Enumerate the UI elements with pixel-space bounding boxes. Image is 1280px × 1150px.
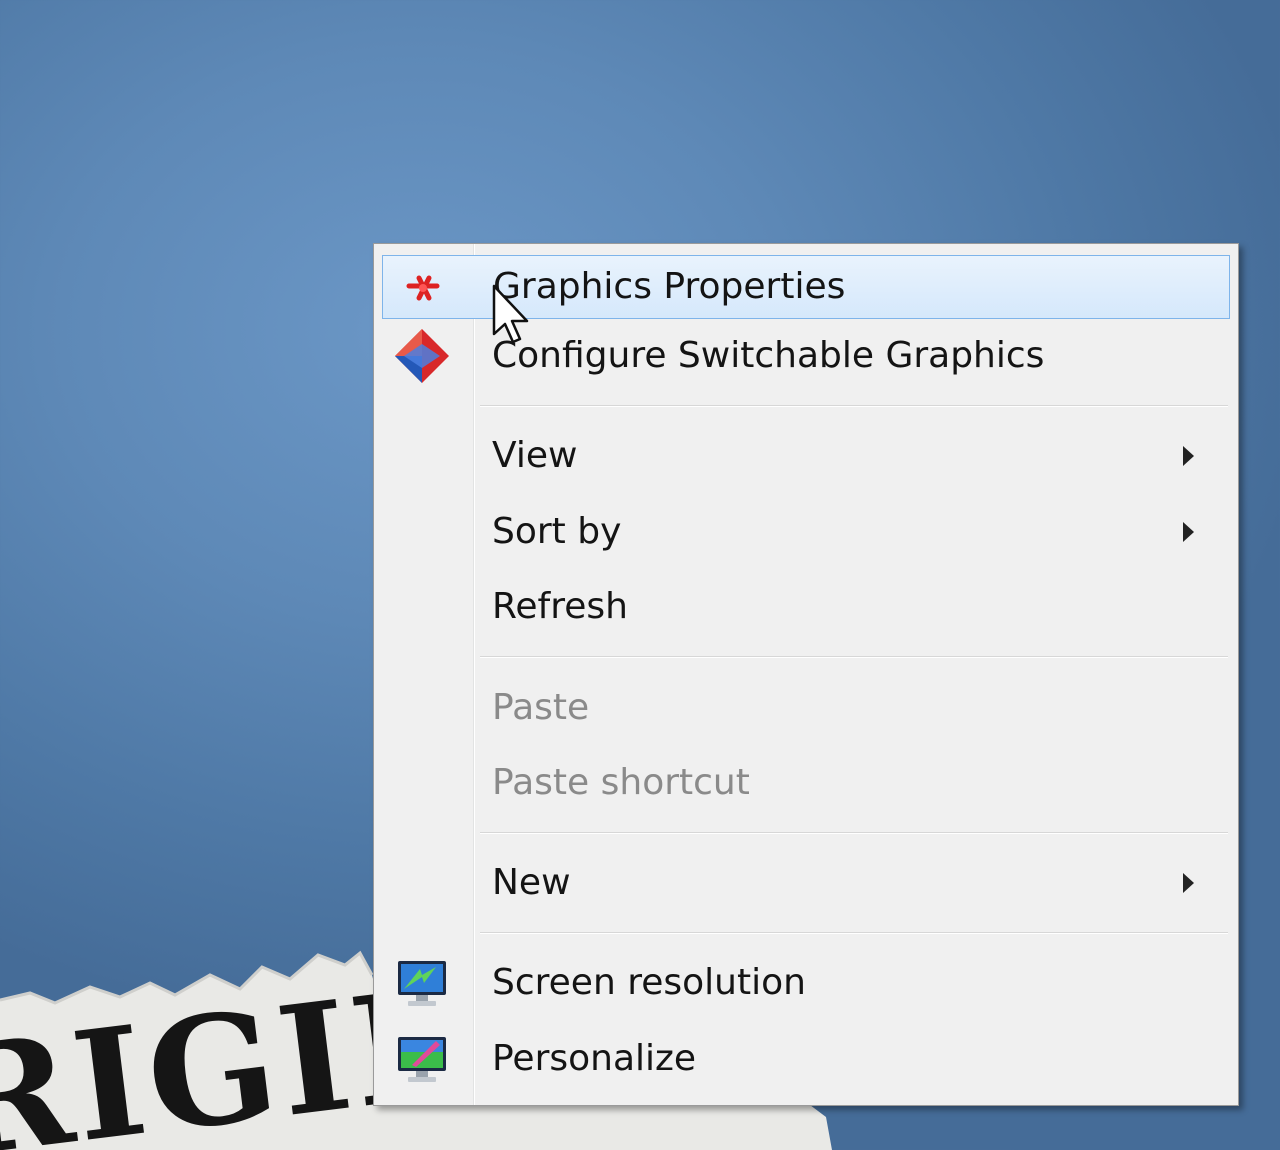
menu-item-label: Graphics Properties <box>493 266 846 307</box>
menu-item-label: View <box>492 435 578 476</box>
intel-graphics-icon <box>393 257 453 317</box>
menu-item-paste[interactable]: Paste <box>382 676 1230 740</box>
menu-item-label: Paste <box>492 687 590 728</box>
menu-item-label: Paste shortcut <box>492 762 750 803</box>
menu-item-label: New <box>492 862 571 903</box>
desktop-context-menu: Graphics Properties Configure Switchable… <box>373 243 1239 1106</box>
submenu-arrow-icon <box>1183 873 1194 893</box>
menu-separator <box>480 656 1228 658</box>
menu-item-sort-by[interactable]: Sort by <box>382 500 1230 564</box>
menu-item-label: Sort by <box>492 511 622 552</box>
menu-item-screen-resolution[interactable]: Screen resolution <box>382 951 1230 1015</box>
desktop-background[interactable]: RIGINAL Graphics Properties Configure Sw… <box>0 0 1280 1150</box>
amd-switchable-graphics-icon <box>392 326 452 386</box>
personalize-icon <box>392 1029 452 1089</box>
menu-item-view[interactable]: View <box>382 424 1230 488</box>
menu-item-label: Personalize <box>492 1038 697 1079</box>
menu-item-label: Configure Switchable Graphics <box>492 335 1045 376</box>
submenu-arrow-icon <box>1183 446 1194 466</box>
menu-item-label: Refresh <box>492 586 628 627</box>
menu-item-paste-shortcut[interactable]: Paste shortcut <box>382 751 1230 815</box>
menu-separator <box>480 832 1228 834</box>
menu-item-personalize[interactable]: Personalize <box>382 1027 1230 1091</box>
screen-resolution-icon <box>392 953 452 1013</box>
menu-separator <box>480 932 1228 934</box>
menu-item-new[interactable]: New <box>382 851 1230 915</box>
menu-item-refresh[interactable]: Refresh <box>382 575 1230 639</box>
menu-separator <box>480 405 1228 407</box>
mouse-pointer-icon <box>492 284 532 348</box>
menu-item-label: Screen resolution <box>492 962 806 1003</box>
submenu-arrow-icon <box>1183 522 1194 542</box>
